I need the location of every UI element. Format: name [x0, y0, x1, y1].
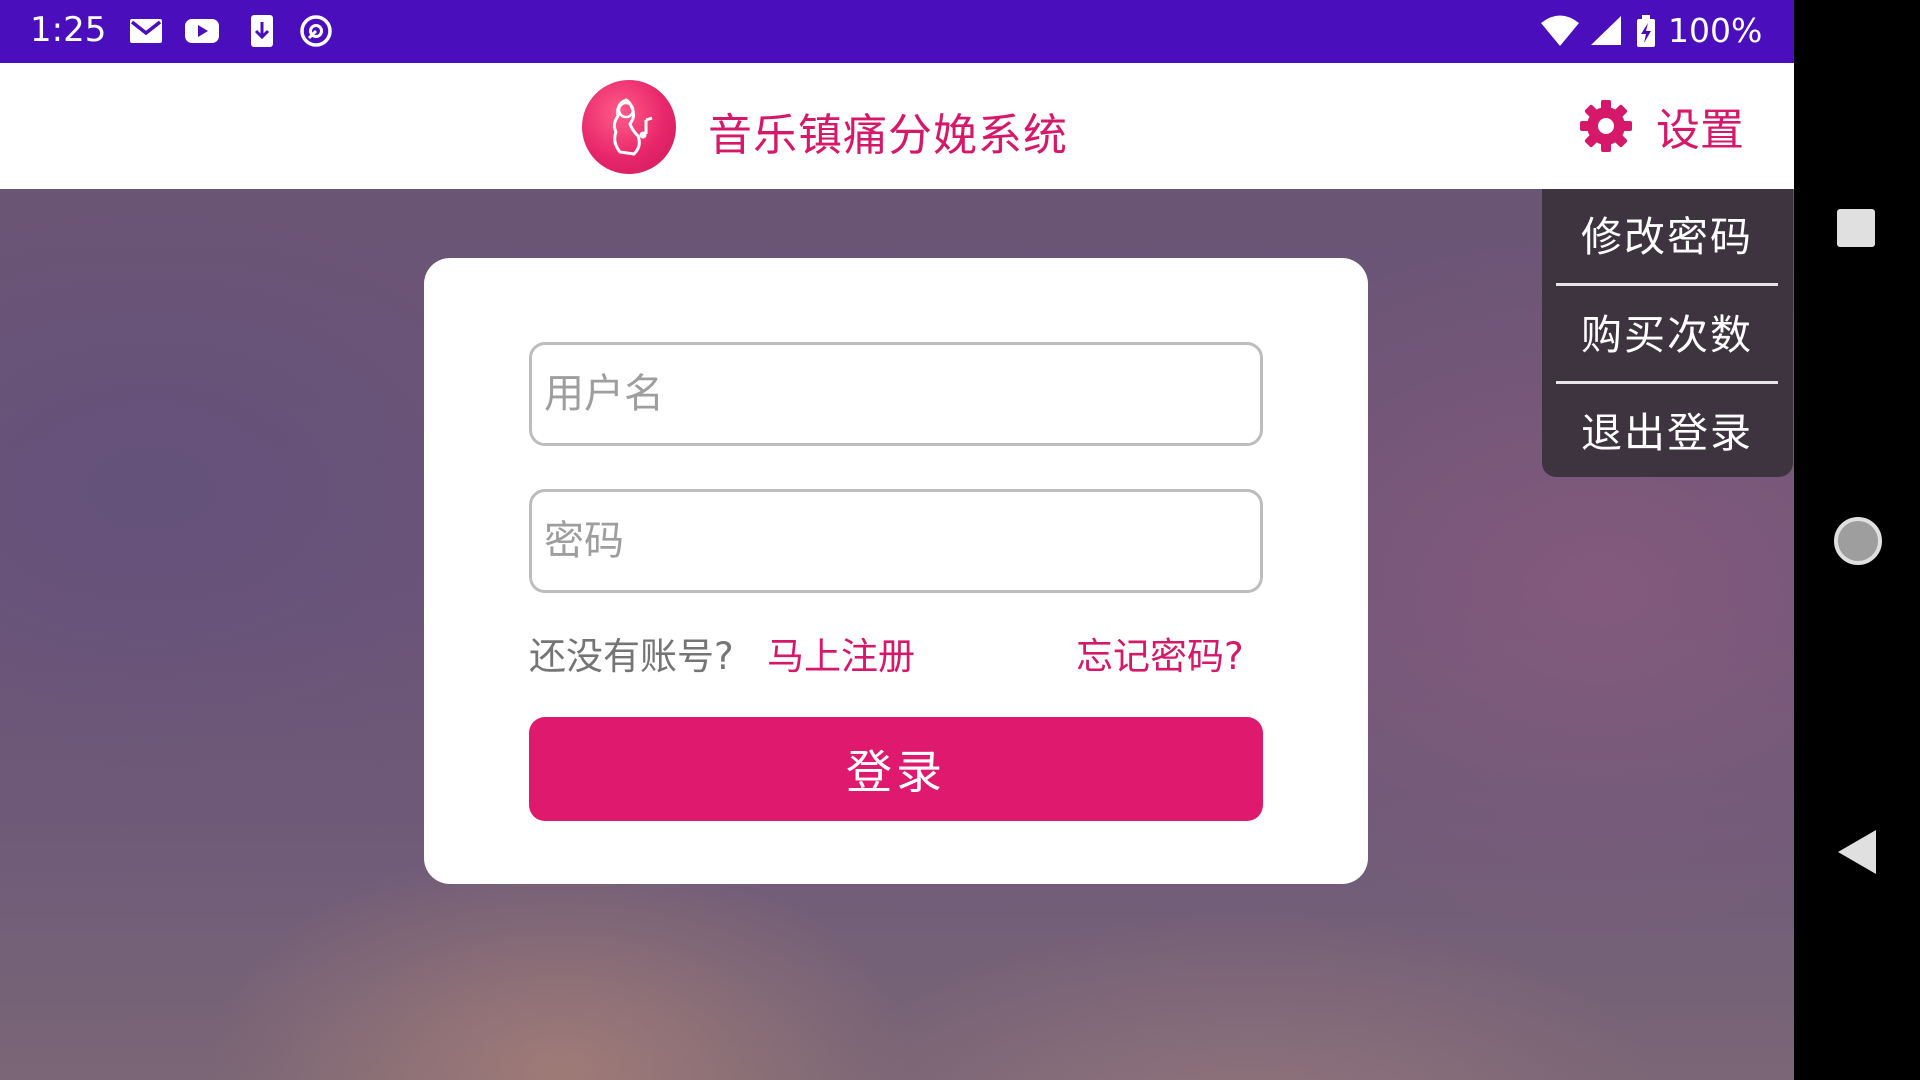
back-triangle-icon[interactable]: [1838, 830, 1876, 874]
battery-percent: 100%: [1668, 11, 1763, 50]
account-links-row: 还没有账号? 马上注册 忘记密码?: [529, 626, 1263, 682]
menu-item-logout[interactable]: 退出登录: [1556, 385, 1778, 481]
wifi-icon: [1541, 15, 1579, 46]
app-title: 音乐镇痛分娩系统: [708, 110, 1068, 161]
status-bar: 1:25 100%: [0, 0, 1794, 63]
system-nav-bar: [1794, 0, 1920, 1080]
cellular-signal-icon: [1591, 16, 1621, 45]
register-link[interactable]: 马上注册: [767, 626, 915, 680]
login-button[interactable]: 登录: [529, 717, 1263, 821]
login-card: 还没有账号? 马上注册 忘记密码? 登录: [424, 258, 1368, 884]
password-input[interactable]: [529, 489, 1263, 593]
app-header: 音乐镇痛分娩系统 设置: [0, 63, 1794, 189]
menu-item-change-password[interactable]: 修改密码: [1556, 189, 1778, 285]
app-logo: [582, 80, 676, 174]
menu-divider: [1556, 283, 1778, 286]
app-screen: 1:25 100% 音乐镇痛分娩系统 设置 用户名 还没有账号? 马上注册 忘记…: [0, 0, 1794, 1080]
forgot-password-link[interactable]: 忘记密码?: [1076, 626, 1244, 680]
assistant-icon: [300, 15, 332, 47]
pregnant-woman-music-logo: [612, 98, 653, 156]
gmail-icon: [130, 19, 162, 43]
gear-icon: [1580, 100, 1632, 152]
no-account-text: 还没有账号?: [529, 635, 734, 678]
youtube-icon: [185, 19, 219, 43]
settings-button[interactable]: 设置: [1578, 91, 1744, 161]
recents-square-icon[interactable]: [1837, 209, 1875, 247]
status-time: 1:25: [30, 10, 107, 50]
username-input[interactable]: [529, 342, 1263, 446]
battery-charging-icon: [1637, 15, 1655, 47]
home-circle-icon[interactable]: [1834, 517, 1882, 565]
settings-label: 设置: [1656, 105, 1744, 156]
menu-item-buy-times[interactable]: 购买次数: [1556, 287, 1778, 383]
download-icon: [251, 15, 273, 47]
menu-divider: [1556, 381, 1778, 384]
settings-dropdown-menu: 修改密码 购买次数 退出登录: [1542, 189, 1793, 477]
